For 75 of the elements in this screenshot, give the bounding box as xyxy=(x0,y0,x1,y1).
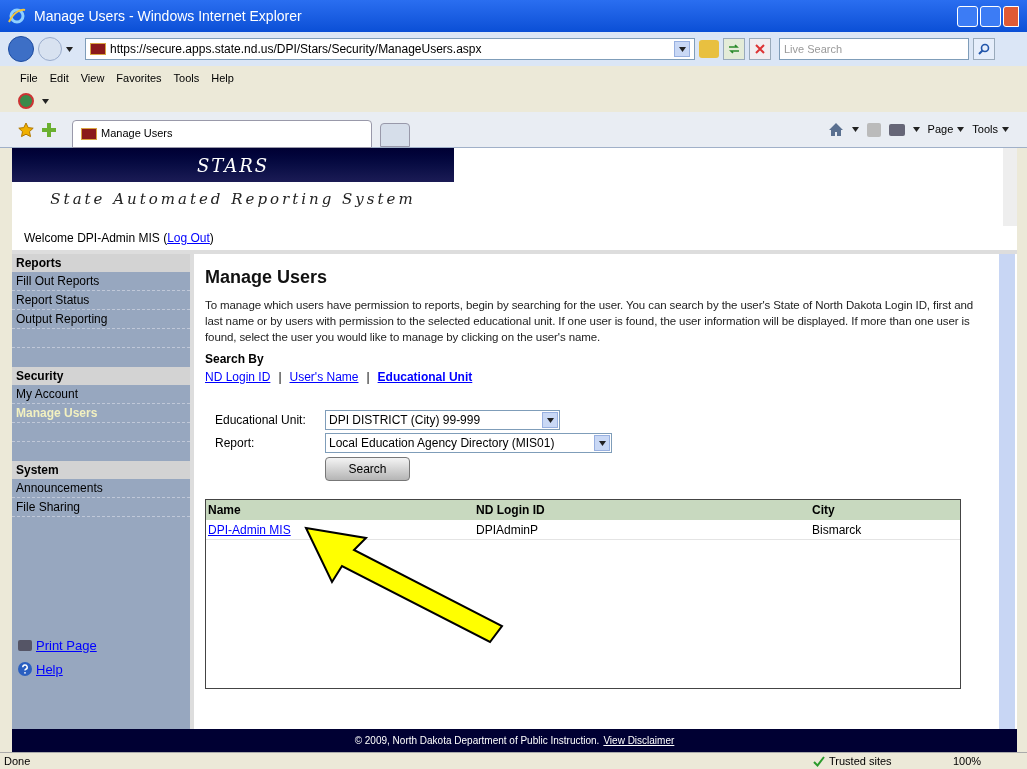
dropdown-field[interactable]: Local Education Agency Directory (MIS01) xyxy=(325,433,612,453)
search-by-link[interactable]: ND Login ID xyxy=(205,368,271,386)
caret-icon xyxy=(678,46,686,52)
menu-item[interactable]: Edit xyxy=(49,69,69,87)
browser-logo-icon xyxy=(8,7,26,25)
copyright-text: © 2009, North Dakota Department of Public Instruction. xyxy=(354,734,600,748)
search-icon xyxy=(978,43,990,55)
search-submit-button[interactable]: Search xyxy=(325,457,410,481)
log-out-link[interactable]: Log Out xyxy=(167,231,210,245)
browser-tab[interactable]: Manage Users xyxy=(72,119,372,148)
dropdown-field[interactable]: DPI DISTRICT (City) 99-999 xyxy=(325,410,560,430)
page-heading: Manage Users xyxy=(205,266,329,289)
column-header: ND Login ID xyxy=(475,502,546,519)
url-text: https://secure.apps.state.nd.us/DPI/Stars/Security/ManageUsers.aspx xyxy=(110,41,482,58)
field-label: Educational Unit: xyxy=(215,412,307,429)
banner-logo-text: STARS xyxy=(196,153,270,178)
dropdown-caret-icon xyxy=(42,98,49,104)
zoom-button[interactable]: 100% xyxy=(953,752,1023,769)
stop-button[interactable] xyxy=(749,38,771,60)
user-name-link[interactable]: DPI-Admin MIS xyxy=(206,520,474,539)
scrollbar[interactable] xyxy=(999,254,1015,729)
menu-item[interactable]: File xyxy=(20,69,38,87)
disclaimer-link[interactable]: View Disclaimer xyxy=(603,733,675,748)
check-icon xyxy=(813,755,825,767)
status-text: Done xyxy=(4,753,31,769)
sidebar-link[interactable]: Help xyxy=(36,659,63,679)
menu-item[interactable]: Tools xyxy=(173,69,200,87)
search-button[interactable] xyxy=(973,38,995,60)
command-button[interactable]: Tools xyxy=(972,121,1009,138)
search-by-link[interactable]: Educational Unit xyxy=(377,368,473,386)
favorites-star-icon[interactable] xyxy=(18,121,34,138)
minimize-button[interactable] xyxy=(957,5,978,27)
close-button[interactable] xyxy=(1003,5,1019,27)
description-text: To manage which users have permission to reports, begin by searching for the user. You can search by the user's State of North Dakota Login ID, first and last name or by users with permission to the selected educational unit. If one user is found, the user information will be displayed. If more than one user is found, select the user you would like to manage by clicking on the user's name. xyxy=(205,298,975,345)
caret-icon xyxy=(1002,127,1009,132)
banner-subtitle: State Automated Reporting System xyxy=(50,189,416,210)
address-field[interactable]: https://secure.apps.state.nd.us/DPI/Stars/Security/ManageUsers.aspx xyxy=(85,38,695,60)
caret-icon xyxy=(957,127,965,132)
caret-icon xyxy=(598,440,606,446)
zone-text: Trusted sites xyxy=(829,753,892,769)
column-header: City xyxy=(811,502,836,519)
link-separator: | xyxy=(278,369,282,386)
sidebar-link[interactable]: Print Page xyxy=(36,636,97,656)
menu-item[interactable]: View xyxy=(80,69,105,87)
dropdown-caret-icon xyxy=(851,127,859,132)
site-favicon-icon xyxy=(81,127,97,140)
search-by-label: Search By xyxy=(205,351,265,368)
back-button[interactable] xyxy=(8,36,34,62)
sidebar-section-title: System xyxy=(12,461,190,479)
close-icon xyxy=(755,44,765,54)
dropdown-caret-icon xyxy=(912,127,920,132)
link-separator: | xyxy=(366,369,370,386)
new-tab-button[interactable] xyxy=(380,122,410,147)
sidebar-section-title: Security xyxy=(12,367,190,385)
command-button[interactable]: Page xyxy=(927,121,965,138)
restore-button[interactable] xyxy=(980,5,1001,27)
table-cell-text: DPIAdminP xyxy=(475,521,540,539)
window-title: Manage Users - Windows Internet Explorer xyxy=(34,6,302,26)
column-header: Name xyxy=(207,502,242,519)
field-label: Report: xyxy=(215,435,256,452)
refresh-arrows-icon xyxy=(728,43,740,55)
home-icon[interactable] xyxy=(827,122,844,137)
dropdown-caret-icon xyxy=(66,46,73,52)
welcome-text: Welcome DPI-Admin MIS (Log Out) xyxy=(24,230,214,247)
menu-item[interactable]: Favorites xyxy=(116,69,162,87)
search-by-link[interactable]: User's Name xyxy=(289,368,359,386)
site-favicon-icon xyxy=(90,43,106,55)
search-field[interactable]: Live Search xyxy=(779,38,969,60)
help-icon xyxy=(18,662,32,677)
caret-icon xyxy=(546,417,554,423)
menu-item[interactable]: Help xyxy=(211,69,234,87)
refresh-button[interactable] xyxy=(723,38,745,60)
sidebar-section-title: Reports xyxy=(12,254,190,272)
add-favorite-icon[interactable] xyxy=(42,122,56,137)
table-cell-text: Bismarck xyxy=(811,521,863,539)
